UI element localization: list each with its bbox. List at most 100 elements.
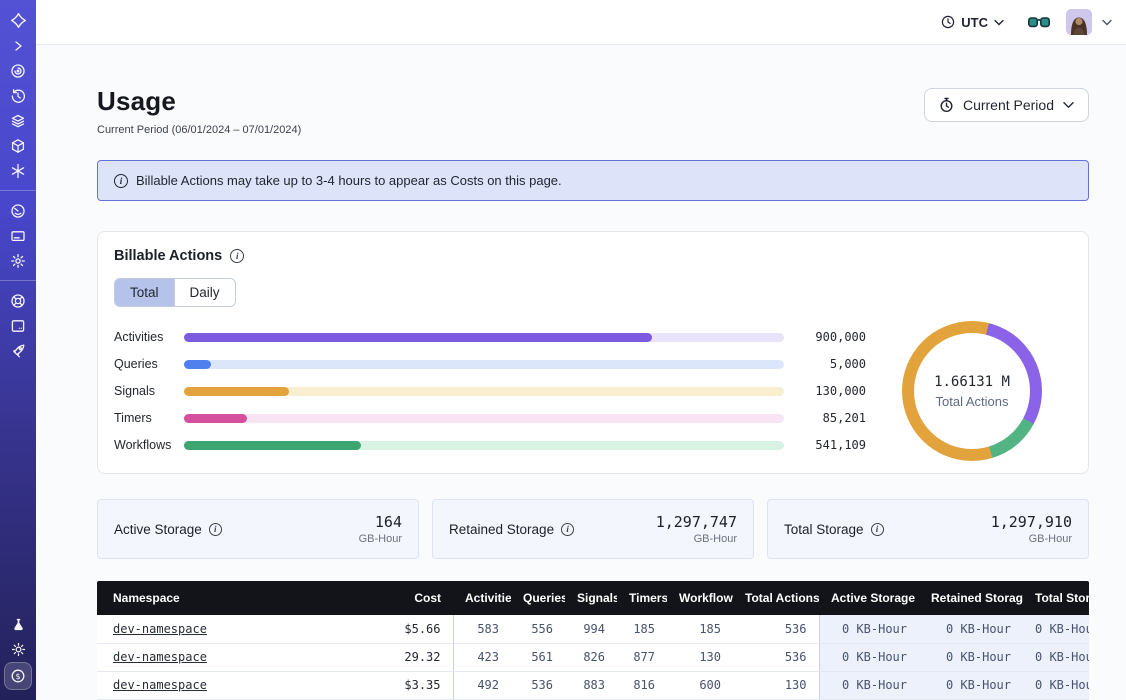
- table-row: dev-namespace$5.665835569941851855360 KB…: [97, 615, 1089, 643]
- period-selector-button[interactable]: Current Period: [924, 88, 1089, 122]
- support-lifebuoy-icon[interactable]: [4, 288, 32, 313]
- donut-total-label: Total Actions: [936, 394, 1009, 409]
- schedules-icon[interactable]: [4, 83, 32, 108]
- main-content: Usage Current Period (06/01/2024 – 07/01…: [36, 45, 1126, 700]
- billable-actions-card: Billable Actions i Total Daily Activitie…: [97, 231, 1089, 474]
- table-header-activities: Activities: [453, 581, 511, 615]
- storage-card-label: Retained Storage: [449, 522, 554, 537]
- table-cell: 0 KB-Hour: [1023, 615, 1089, 643]
- timezone-label: UTC: [961, 15, 988, 30]
- storage-card-value: 164: [359, 513, 402, 531]
- expand-chevron-icon[interactable]: [4, 33, 32, 58]
- bar-track: [184, 333, 784, 342]
- usage-bar-row: Queries5,000: [114, 351, 866, 378]
- table-header-signals: Signals: [565, 581, 617, 615]
- namespaces-icon[interactable]: [4, 58, 32, 83]
- bar-value: 130,000: [800, 384, 866, 398]
- table-row: dev-namespace$3.354925368838166001300 KB…: [97, 671, 1089, 699]
- labs-flask-icon[interactable]: [4, 612, 32, 637]
- table-cell: 877: [617, 643, 667, 671]
- info-icon[interactable]: i: [209, 523, 222, 536]
- table-cell: $5.66: [349, 615, 453, 643]
- getting-started-rocket-icon[interactable]: [4, 338, 32, 363]
- donut-ring: 1.66131 M Total Actions: [902, 321, 1042, 461]
- info-icon[interactable]: i: [871, 523, 884, 536]
- billable-actions-chart: Activities900,000Queries5,000Signals130,…: [114, 321, 1072, 461]
- tab-daily[interactable]: Daily: [174, 279, 235, 306]
- layers-icon[interactable]: [4, 108, 32, 133]
- info-icon: i: [114, 174, 128, 188]
- table-cell: 0 KB-Hour: [819, 643, 919, 671]
- table-cell: 600: [667, 671, 733, 699]
- usage-bars: Activities900,000Queries5,000Signals130,…: [114, 324, 872, 459]
- usage-bar-row: Signals130,000: [114, 378, 866, 405]
- timezone-selector[interactable]: UTC: [941, 15, 1004, 30]
- usage-bar-row: Workflows541,109: [114, 432, 866, 459]
- bar-track: [184, 414, 784, 423]
- billable-actions-tabs: Total Daily: [114, 278, 236, 307]
- namespace-usage-table: NamespaceCostActivitiesQueriesSignalsTim…: [97, 581, 1089, 700]
- table-cell: 185: [667, 615, 733, 643]
- storage-card-total-storage: Total Storage i 1,297,910 GB-Hour: [767, 499, 1089, 559]
- storage-card-label: Total Storage: [784, 522, 864, 537]
- info-icon[interactable]: i: [230, 249, 244, 263]
- avatar[interactable]: [1066, 9, 1092, 35]
- table-cell: 185: [617, 615, 667, 643]
- theme-sun-icon[interactable]: [4, 637, 32, 662]
- usage-gauge-icon[interactable]: [4, 198, 32, 223]
- bar-fill: [184, 333, 652, 342]
- temporal-logo[interactable]: [4, 8, 32, 33]
- table-cell: 561: [511, 643, 565, 671]
- donut-total-value: 1.66131 M: [934, 374, 1010, 390]
- page-subtitle: Current Period (06/01/2024 – 07/01/2024): [97, 124, 301, 136]
- storage-card-unit: GB-Hour: [991, 533, 1072, 545]
- storage-card-value: 1,297,910: [991, 513, 1072, 531]
- table-cell: 29.32: [349, 643, 453, 671]
- info-icon[interactable]: i: [561, 523, 574, 536]
- usage-dollar-icon[interactable]: $: [4, 662, 32, 690]
- namespace-link[interactable]: dev-namespace: [113, 678, 207, 692]
- table-header-cost: Cost: [349, 581, 453, 615]
- settings-gear-icon[interactable]: [4, 248, 32, 273]
- info-banner-text: Billable Actions may take up to 3-4 hour…: [136, 173, 562, 188]
- usage-bar-row: Timers85,201: [114, 405, 866, 432]
- bar-track: [184, 360, 784, 369]
- table-cell: 883: [565, 671, 617, 699]
- table-cell: 556: [511, 615, 565, 643]
- storage-card-unit: GB-Hour: [359, 533, 402, 545]
- table-cell: 0 KB-Hour: [819, 671, 919, 699]
- bar-fill: [184, 414, 247, 423]
- namespace-link[interactable]: dev-namespace: [113, 622, 207, 636]
- billing-card-icon[interactable]: [4, 223, 32, 248]
- table-cell: dev-namespace: [97, 671, 349, 699]
- table-row: dev-namespace29.324235618268771305360 KB…: [97, 643, 1089, 671]
- table-cell: dev-namespace: [97, 643, 349, 671]
- table-cell: $3.35: [349, 671, 453, 699]
- info-banner: i Billable Actions may take up to 3-4 ho…: [97, 160, 1089, 201]
- deployments-cube-icon[interactable]: [4, 133, 32, 158]
- table-header-total-actions: Total Actions: [733, 581, 819, 615]
- tab-total[interactable]: Total: [115, 279, 174, 306]
- table-cell: 816: [617, 671, 667, 699]
- storage-card-active-storage: Active Storagei164GB-Hour: [97, 499, 419, 559]
- storage-card-value: 1,297,747: [656, 513, 737, 531]
- table-header-queries: Queries: [511, 581, 565, 615]
- nexus-asterisk-icon[interactable]: [4, 158, 32, 183]
- table-cell: 826: [565, 643, 617, 671]
- chevron-down-icon: [994, 19, 1004, 26]
- sidebar: $: [0, 0, 36, 700]
- table-cell: 0 KB-Hour: [919, 671, 1023, 699]
- storage-cards-row: Active Storagei164GB-HourRetained Storag…: [97, 499, 1089, 559]
- namespace-link[interactable]: dev-namespace: [113, 650, 207, 664]
- usage-bar-row: Activities900,000: [114, 324, 866, 351]
- chevron-down-icon[interactable]: [1102, 19, 1112, 26]
- bar-fill: [184, 441, 361, 450]
- table-header-total-storage: Total Storage: [1023, 581, 1089, 615]
- table-cell: 583: [453, 615, 511, 643]
- period-selector-label: Current Period: [963, 97, 1054, 113]
- bar-category-label: Queries: [114, 357, 182, 371]
- docs-terminal-icon[interactable]: [4, 313, 32, 338]
- table-cell: 423: [453, 643, 511, 671]
- sidebar-divider: [0, 190, 36, 191]
- glasses-icon[interactable]: [1028, 16, 1050, 29]
